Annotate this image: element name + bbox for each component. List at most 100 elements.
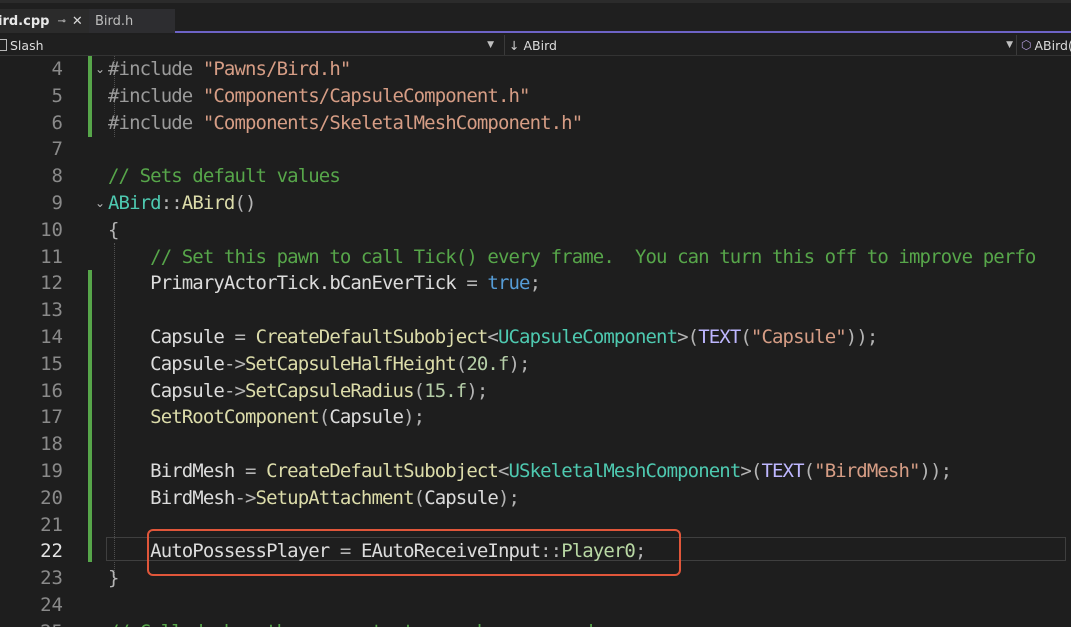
code-token: BirdMesh [108,460,246,482]
code-line[interactable]: 24 [0,592,1071,619]
code-line[interactable]: 14 Capsule = CreateDefaultSubobject<UCap… [0,324,1071,351]
code-token: ABird [181,192,236,214]
code-token: #include [108,58,203,80]
code-token: < [487,326,498,348]
code-line[interactable]: 15 Capsule->SetCapsuleHalfHeight(20.f); [0,351,1071,378]
code-token: Capsule [108,352,225,375]
code-line[interactable]: 18 [0,431,1071,458]
code-token: "Components/SkeletalMeshComponent.h" [202,111,583,134]
code-token: ); [497,486,520,509]
code-token: 20.f [466,352,509,375]
code-line[interactable]: 8 // Sets default values [0,163,1071,190]
code-text: #include "Components/CapsuleComponent.h" [108,83,530,110]
code-token: :: [160,192,183,214]
code-token: "Capsule" [750,326,847,348]
code-line[interactable]: 4 #include "Pawns/Bird.h" [0,56,1071,83]
code-text: Capsule = CreateDefaultSubobject<UCapsul… [108,324,879,351]
tab-bird-cpp[interactable]: ird.cpp ⊸ ✕ [0,9,89,33]
close-icon[interactable]: ✕ [72,14,83,29]
project-label: Slash [10,37,44,53]
code-token: SetupAttachment [255,486,415,509]
line-number: 18 [40,433,63,456]
code-token: = [466,272,477,295]
code-token: ( [318,406,330,429]
code-text: ABird::ABird() [108,190,256,217]
code-token: Capsule [424,486,499,509]
code-text: // Set this pawn to call Tick() every fr… [108,244,1036,271]
code-token: // Called when the game starts or when s… [108,621,594,627]
pin-icon[interactable]: ⊸ [57,16,65,27]
code-token: )); [845,326,879,348]
line-number: 15 [40,352,63,375]
code-text: // Called when the game starts or when s… [108,619,594,627]
code-token: () [234,192,256,214]
code-line[interactable]: 19 BirdMesh = CreateDefaultSubobject<USk… [0,458,1071,485]
scope-dropdown[interactable]: ↓ ABird ▼ [504,35,1019,55]
project-icon [0,39,7,51]
code-text: SetRootComponent(Capsule); [108,404,425,431]
code-line[interactable]: 11 // Set this pawn to call Tick() every… [0,244,1071,271]
line-number: 24 [40,594,63,616]
code-line[interactable]: 10 { [0,217,1071,244]
code-token: ( [413,486,425,509]
code-token: "Pawns/Bird.h" [202,58,351,80]
code-line[interactable]: 7 [0,136,1071,163]
member-dropdown[interactable]: ⬡ ABird( [1016,35,1071,55]
code-token: SetCapsuleHalfHeight [245,352,457,375]
code-text: BirdMesh->SetupAttachment(Capsule); [108,485,520,512]
code-line[interactable]: 13 [0,297,1071,324]
line-number: 5 [51,84,63,107]
line-number: 9 [51,192,63,214]
code-line[interactable]: 6 #include "Components/SkeletalMeshCompon… [0,110,1071,137]
code-token: ( [803,460,815,482]
code-token: ABird [108,192,162,214]
cube-icon: ⬡ [1021,38,1032,52]
tab-label: Bird.h [95,13,134,29]
chevron-down-icon: ▼ [487,40,494,50]
line-number: 19 [40,460,63,482]
line-number: 17 [40,406,63,429]
code-token: UCapsuleComponent [497,326,678,348]
code-line[interactable]: 5 #include "Components/CapsuleComponent.h… [0,83,1071,110]
code-text: // Sets default values [108,163,341,190]
code-token: // Sets default values [108,165,341,188]
line-number: 4 [51,58,63,80]
code-line[interactable]: 16 Capsule->SetCapsuleRadius(15.f); [0,378,1071,405]
line-number: 11 [40,245,63,268]
member-label: ABird( [1034,37,1071,53]
line-number: 13 [40,299,63,322]
code-token: -> [223,379,246,402]
line-number: 10 [40,218,63,241]
tab-bar: ird.cpp ⊸ ✕ Bird.h [0,3,1071,33]
code-text: #include "Components/SkeletalMeshCompone… [108,110,583,137]
code-token: true [487,272,530,295]
code-line[interactable]: 20 BirdMesh->SetupAttachment(Capsule); [0,485,1071,512]
code-token: >( [677,326,699,348]
code-token: ( [740,326,751,348]
code-editor[interactable]: ⌄ ⌄ 4 #include "Pawns/Bird.h" 5 #include "C… [0,56,1071,627]
code-line[interactable]: 25 // Called when the game starts or when… [0,619,1071,627]
code-line[interactable]: 9 ABird::ABird() [0,190,1071,217]
code-text: PrimaryActorTick.bCanEverTick = true; [108,270,541,297]
code-token: BirdMesh [108,486,235,509]
project-dropdown[interactable]: Slash ▼ [0,35,500,55]
line-number: 21 [40,513,63,536]
code-token: ( [455,352,467,375]
line-number: 12 [40,272,63,295]
tab-bird-h[interactable]: Bird.h [89,9,175,33]
code-line[interactable]: 17 SetRootComponent(Capsule); [0,404,1071,431]
line-number: 20 [40,486,63,509]
code-token: USkeletalMeshComponent [508,460,742,482]
scope-label: ABird [523,37,557,53]
code-text: BirdMesh = CreateDefaultSubobject<USkele… [108,458,952,485]
code-line[interactable]: 12 PrimaryActorTick.bCanEverTick = true; [0,270,1071,297]
code-token: "Components/CapsuleComponent.h" [202,84,531,107]
code-token: TEXT [761,460,804,482]
line-number: 25 [0,619,63,627]
line-number: 8 [51,165,63,188]
code-token: Capsule [108,326,235,348]
code-token: ( [413,379,425,402]
